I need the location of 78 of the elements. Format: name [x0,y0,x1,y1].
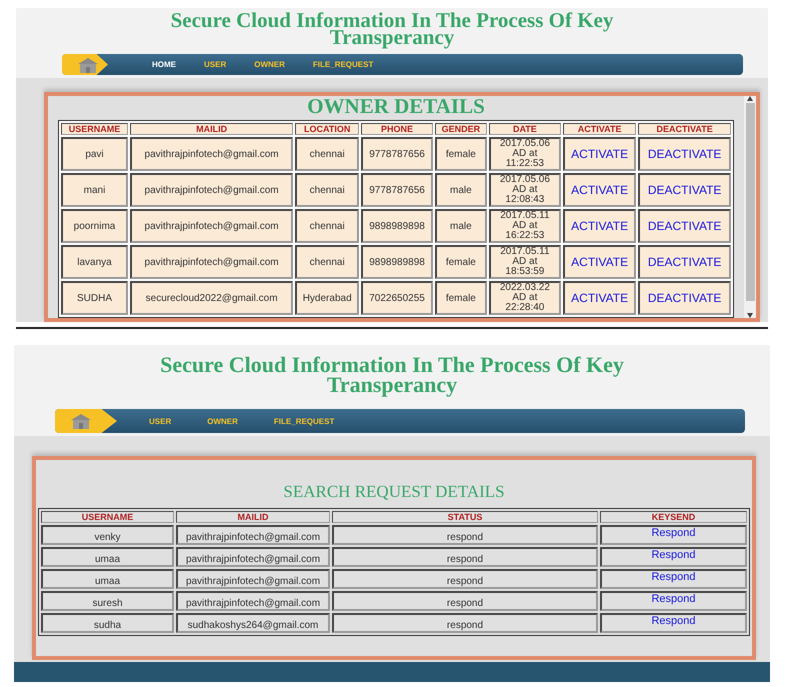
table-link[interactable]: Respond [651,615,696,627]
table-cell-text: mani [84,184,106,196]
table-cell-text: 2017.05.06 AD at 11:22:53 [498,139,551,169]
table-cell-text: male [450,184,472,196]
table-cell-text: chennai [310,256,345,268]
table-cell-text: pavi [85,148,104,160]
table-cell-text: pavithrajpinfotech@gmail.com [186,576,320,587]
table-cell-text: 2017.05.11 AD at 18:53:59 [499,247,551,277]
column-header: PHONE [361,123,433,135]
table-cell-text: pavithrajpinfotech@gmail.com [144,220,279,232]
scroll-up-icon[interactable] [747,96,753,101]
table-cell-text: 2017.05.11 AD at 16:22:53 [499,211,551,241]
table-cell-text: 9898989898 [369,220,425,232]
table-cell-text: venky [94,532,121,543]
column-header: MAILID [176,511,330,523]
nav-link[interactable]: OWNER [254,60,285,69]
table-cell-text: 9778787656 [369,148,425,160]
table-cell-text: umaa [94,576,120,587]
table-cell-text: Hyderabad [302,292,352,304]
column-header: LOCATION [295,123,360,135]
table-cell-text: pavithrajpinfotech@gmail.com [144,148,279,160]
nav-link[interactable]: HOME [152,60,176,69]
table-cell-text: pavithrajpinfotech@gmail.com [144,256,279,268]
nav-link[interactable]: FILE_REQUEST [312,60,374,69]
table-cell-text: suresh [92,598,122,609]
table-cell-text: pavithrajpinfotech@gmail.com [186,532,320,543]
table-cell-text: chennai [310,148,345,160]
home-icon[interactable] [55,409,117,433]
table-cell-text: respond [446,620,484,631]
column-header: DEACTIVATE [638,123,731,135]
table-cell-text: female [446,148,476,160]
nav-link[interactable]: FILE_REQUEST [274,416,334,426]
table-cell-text: lavanya [77,256,112,268]
table-cell-text: respond [446,576,484,587]
table-cell-text: sudhakoshys264@gmail.com [188,620,318,631]
scrollbar[interactable] [744,96,756,318]
home-icon[interactable] [62,54,108,75]
table-cell-text: respond [446,532,484,543]
table-link[interactable]: Respond [651,593,696,605]
section-heading: SEARCH REQUEST DETAILS [282,481,506,503]
table-cell-text: male [450,220,472,232]
table-link[interactable]: Respond [651,527,696,539]
column-header: GENDER [434,123,487,135]
table-link[interactable]: Respond [651,571,696,583]
table-link[interactable]: Respond [651,549,696,561]
table-cell-text: pavithrajpinfotech@gmail.com [144,184,279,196]
table-cell-text: respond [446,598,484,609]
table-cell-text: SUDHA [76,292,112,304]
table-cell-text: chennai [310,184,345,196]
table-cell-text: chennai [310,220,345,232]
table-cell-text: umaa [94,554,120,565]
scroll-down-icon[interactable] [747,313,753,318]
table-cell-text: sudha [94,620,122,631]
nav-link[interactable]: OWNER [207,416,238,426]
site-title: Secure Cloud Information In The Process Of Key Transperancy [170,12,614,46]
table-cell-text: female [446,292,476,304]
table-cell-text: pavithrajpinfotech@gmail.com [186,598,320,609]
table-cell-text: 7022650255 [369,292,425,304]
table-cell-text: 9778787656 [369,184,425,196]
column-header: STATUS [332,511,598,523]
column-header: KEYSEND [600,511,747,523]
table-cell-text: securecloud2022@gmail.com [146,292,278,304]
column-header: ACTIVATE [563,123,636,135]
column-header: DATE [488,123,561,135]
table-cell-text: female [446,256,476,268]
table-cell-text: 2022.03.22 AD at 22:28:40 [498,283,551,313]
table-cell-text: pavithrajpinfotech@gmail.com [186,554,320,565]
nav-link[interactable]: USER [204,60,226,69]
column-header: MAILID [130,123,294,135]
column-header: USERNAME [61,123,128,135]
section-heading: OWNER DETAILS [306,96,486,120]
nav-link[interactable]: USER [149,416,172,426]
table-cell-text: 2017.05.06 AD at 12:08:43 [498,175,551,205]
site-title: Secure Cloud Information In The Process Of Key Transperancy [159,351,625,395]
column-header: USERNAME [41,511,174,523]
table-cell-text: poornima [74,220,116,232]
table-cell-text: respond [446,554,484,565]
table-cell-text: 9898989898 [369,256,425,268]
